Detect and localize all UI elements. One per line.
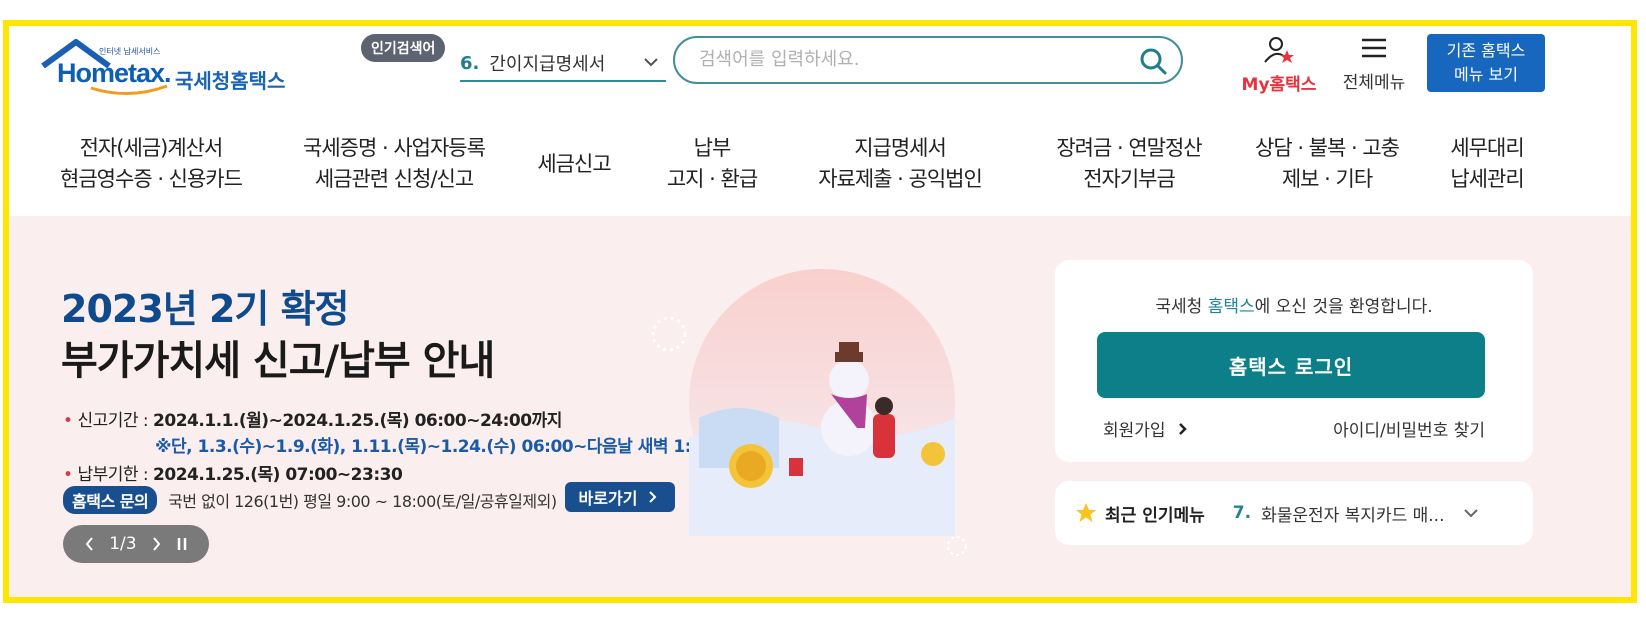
gnb-item-tax-filing[interactable]: 세금신고 <box>524 114 624 214</box>
hero-banner: 2023년 2기 확정 부가가치세 신고/납부 안내 • 신고기간 : 2024… <box>9 216 1631 597</box>
gnb-item-line2: 전자기부금 <box>1083 167 1176 191</box>
gnb-item-line2: 납세관리 <box>1450 167 1524 191</box>
login-button[interactable]: 홈택스 로그인 <box>1097 332 1485 398</box>
logo-swoosh-icon <box>90 84 168 96</box>
search-box <box>673 36 1183 84</box>
join-link-label: 회원가입 <box>1103 421 1166 441</box>
slide-counter: 1/3 <box>109 534 137 554</box>
pause-icon[interactable] <box>175 536 189 552</box>
chevron-right-icon <box>649 491 657 503</box>
chevron-down-icon[interactable] <box>1462 504 1480 522</box>
user-star-icon <box>1264 37 1294 63</box>
next-slide-icon[interactable] <box>149 536 163 552</box>
gnb-item-line1: 장려금 · 연말정산 <box>1056 136 1202 160</box>
hometax-logo[interactable]: 인터넷 납세서비스 Hometax. 국세청홈택스 <box>29 32 319 96</box>
gnb-item-line1: 세무대리 <box>1450 136 1524 160</box>
gnb-item-line1: 납부 <box>693 136 732 160</box>
find-id-password-link[interactable]: 아이디/비밀번호 찾기 <box>1333 416 1485 441</box>
bullet-icon: • <box>63 465 73 485</box>
gnb-item-line1: 전자(세금)계산서 <box>79 136 224 160</box>
search-input[interactable] <box>697 48 1121 71</box>
star-icon <box>1076 503 1096 522</box>
gnb-item-line2: 자료제출 · 공익법인 <box>818 167 983 191</box>
gnb-item-certificate[interactable]: 국세증명 · 사업자등록 세금관련 신청/신고 <box>289 114 499 214</box>
legacy-menu-button[interactable]: 기존 홈택스 메뉴 보기 <box>1427 34 1545 92</box>
gnb-item-payment[interactable]: 납부 고지 · 환급 <box>657 114 767 214</box>
chevron-right-icon <box>1179 423 1187 435</box>
gnb-item-line2: 세금관련 신청/신고 <box>314 167 474 191</box>
filing-period-note: ※단, 1.3.(수)~1.9.(화), 1.11.(목)~1.24.(수) 0… <box>155 437 714 457</box>
gnb-item-line1: 지급명세서 <box>854 136 947 160</box>
snowman-illustration <box>689 269 955 536</box>
welcome-prefix: 국세청 <box>1155 297 1208 317</box>
sparkle-ring-icon <box>947 536 967 556</box>
filing-period-value: 2024.1.1.(월)~2024.1.25.(목) 06:00~24:00까지 <box>153 411 562 431</box>
slide-pager: 1/3 <box>63 525 209 563</box>
filing-period: • 신고기간 : 2024.1.1.(월)~2024.1.25.(목) 06:0… <box>63 406 562 431</box>
inquiry-badge: 홈택스 문의 <box>63 486 158 514</box>
join-link[interactable]: 회원가입 <box>1103 416 1189 441</box>
prev-slide-icon[interactable] <box>83 536 97 552</box>
gnb-item-line2: 제보 · 기타 <box>1281 167 1373 191</box>
hero-subtitle: 2023년 2기 확정 <box>61 287 350 331</box>
logo-korean-name: 국세청홈택스 <box>175 69 286 93</box>
login-card: 국세청 홈택스에 오신 것을 환영합니다. 홈택스 로그인 회원가입 아이디/비… <box>1055 260 1533 462</box>
gnb-item-incentive[interactable]: 장려금 · 연말정산 전자기부금 <box>1031 114 1227 214</box>
bullet-icon: • <box>63 411 73 431</box>
payment-deadline: • 납부기한 : 2024.1.25.(목) 07:00~23:30 <box>63 460 403 485</box>
sparkle-ring-icon <box>651 316 687 352</box>
hamburger-menu-icon <box>1362 38 1386 58</box>
chevron-down-icon[interactable] <box>642 53 660 71</box>
welcome-suffix: 에 오신 것을 환영합니다. <box>1254 297 1433 317</box>
inquiry-text: 국번 없이 126(1번) 평일 9:00 ~ 18:00(토/일/공휴일제외) <box>168 492 557 511</box>
all-menu-button[interactable]: 전체메뉴 <box>1334 36 1414 93</box>
popular-keyword-rolling[interactable]: 6. 간이지급명세서 <box>460 46 666 82</box>
gnb-item-e-invoice[interactable]: 전자(세금)계산서 현금영수증 · 신용카드 <box>47 114 255 214</box>
payment-deadline-label: 납부기한 : <box>77 465 149 485</box>
gnb-item-line2: 현금영수증 · 신용카드 <box>60 167 243 191</box>
go-button-label: 바로가기 <box>578 489 638 508</box>
search-icon[interactable] <box>1139 47 1167 75</box>
popular-keyword-badge: 인기검색어 <box>361 34 446 62</box>
my-hometax-label: My홈택스 <box>1241 75 1317 95</box>
gnb-item-line1: 상담 · 불복 · 고충 <box>1255 136 1400 160</box>
all-menu-label: 전체메뉴 <box>1342 73 1406 93</box>
gnb-item-line2: 고지 · 환급 <box>666 167 758 191</box>
welcome-message: 국세청 홈택스에 오신 것을 환영합니다. <box>1055 292 1533 317</box>
recent-popular-text[interactable]: 화물운전자 복지카드 매... <box>1261 501 1444 526</box>
filing-period-label: 신고기간 : <box>77 411 149 431</box>
gnb-item-line1: 국세증명 · 사업자등록 <box>303 136 486 160</box>
logo-tagline: 인터넷 납세서비스 <box>99 47 161 56</box>
go-button[interactable]: 바로가기 <box>565 482 675 512</box>
gnb-item-tax-agent[interactable]: 세무대리 납세관리 <box>1437 114 1537 214</box>
gnb-item-line1: 세금신고 <box>537 151 611 176</box>
page-frame: 인터넷 납세서비스 Hometax. 국세청홈택스 인기검색어 6. 간이지급명… <box>3 20 1637 603</box>
inquiry-line: 홈택스 문의 국번 없이 126(1번) 평일 9:00 ~ 18:00(토/일… <box>63 486 557 514</box>
main-navigation: 전자(세금)계산서 현금영수증 · 신용카드 국세증명 · 사업자등록 세금관련… <box>9 114 1631 217</box>
recent-popular-title: 최근 인기메뉴 <box>1105 505 1205 526</box>
popular-keyword-rank: 6. <box>460 52 480 74</box>
my-hometax-button[interactable]: My홈택스 <box>1234 36 1324 95</box>
gnb-item-consultation[interactable]: 상담 · 불복 · 고충 제보 · 기타 <box>1237 114 1417 214</box>
payment-deadline-value: 2024.1.25.(목) 07:00~23:30 <box>153 465 403 485</box>
recent-popular-menu[interactable]: 최근 인기메뉴 7. 화물운전자 복지카드 매... <box>1055 481 1533 545</box>
recent-popular-rank: 7. <box>1232 503 1252 523</box>
gnb-item-payment-statement[interactable]: 지급명세서 자료제출 · 공익법인 <box>802 114 998 214</box>
popular-keyword-text[interactable]: 간이지급명세서 <box>489 50 605 76</box>
welcome-emphasis: 홈택스 <box>1207 297 1255 317</box>
hero-title: 부가가치세 신고/납부 안내 <box>61 338 495 384</box>
